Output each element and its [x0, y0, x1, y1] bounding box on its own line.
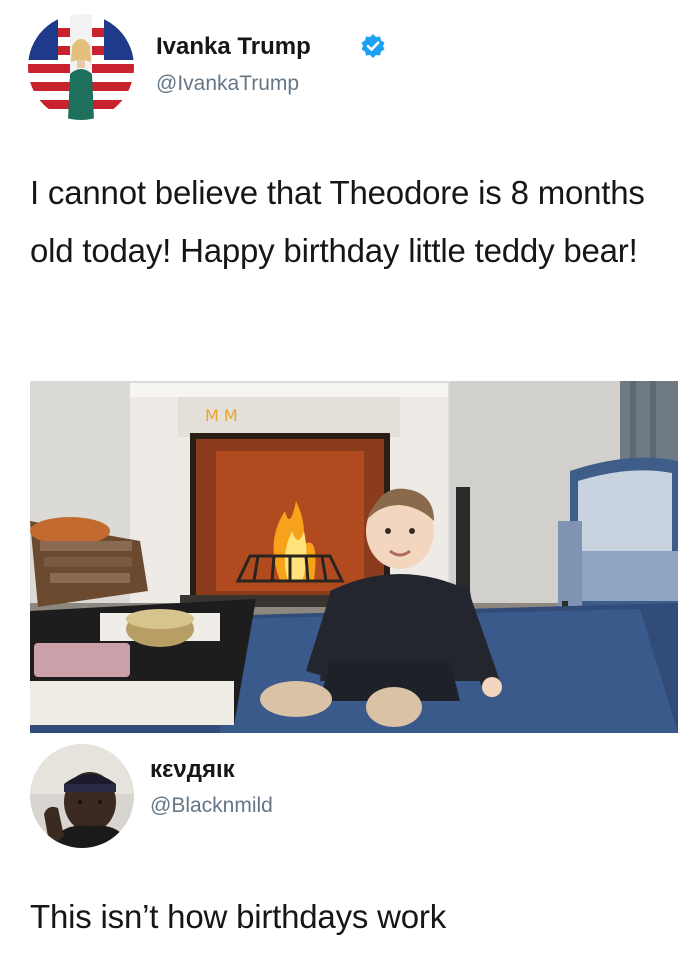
author-name[interactable]: кενдяιк — [150, 756, 235, 784]
author-name[interactable]: Ivanka Trump — [156, 33, 311, 61]
avatar-photo-man-icon — [30, 744, 134, 848]
verified-badge-icon — [361, 34, 385, 58]
tweet-text: This isn’t how birthdays work — [30, 898, 447, 935]
tweet-photo[interactable]: M M — [30, 381, 678, 733]
author-handle[interactable]: @IvankaTrump — [156, 72, 299, 96]
avatar-photo-flags-icon — [28, 14, 134, 120]
avatar-blacknmild[interactable] — [30, 744, 134, 848]
tweet-original[interactable]: Ivanka Trump @IvankaTrump I cannot belie… — [0, 0, 700, 740]
tweet-reply[interactable]: кενдяιк @Blacknmild This isn’t how birth… — [0, 740, 700, 956]
photo-baby-fireplace-icon: M M — [30, 381, 678, 733]
svg-text:M M: M M — [205, 406, 238, 425]
tweet-text: I cannot believe that Theodore is 8 mont… — [30, 174, 645, 269]
author-handle[interactable]: @Blacknmild — [150, 794, 273, 818]
avatar-ivanka[interactable] — [28, 14, 134, 120]
